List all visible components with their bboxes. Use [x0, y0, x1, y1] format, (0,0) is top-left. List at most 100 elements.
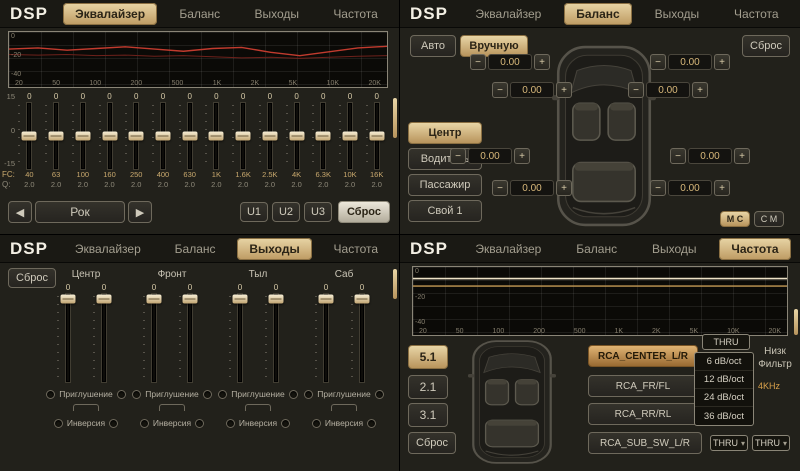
scrollbar-handle[interactable] — [393, 269, 397, 299]
memory-u2-button[interactable]: U2 — [272, 202, 300, 222]
minus-button[interactable]: − — [670, 148, 686, 164]
invert-left-checkbox[interactable] — [226, 419, 235, 428]
tab-outputs[interactable]: Выходы — [242, 3, 311, 25]
minus-button[interactable]: − — [492, 180, 508, 196]
plus-button[interactable]: + — [714, 54, 730, 70]
slider-handle[interactable] — [97, 295, 112, 304]
output-level-slider[interactable] — [233, 294, 247, 382]
eq-band-slider[interactable] — [236, 103, 250, 169]
tab-balance[interactable]: Баланс — [167, 3, 232, 25]
link-channels-icon[interactable] — [73, 404, 99, 411]
minus-button[interactable]: − — [650, 54, 666, 70]
tab-equalizer[interactable]: Эквалайзер — [63, 3, 157, 25]
link-channels-icon[interactable] — [159, 404, 185, 411]
eq-band-slider[interactable] — [316, 103, 330, 169]
invert-right-checkbox[interactable] — [109, 419, 118, 428]
tab-frequency[interactable]: Частота — [719, 238, 790, 260]
slider-handle[interactable] — [262, 132, 277, 141]
invert-right-checkbox[interactable] — [281, 419, 290, 428]
scrollbar-handle[interactable] — [393, 98, 397, 138]
output-level-slider[interactable] — [269, 294, 283, 382]
sub-slope-select-right[interactable]: THRU▾ — [752, 435, 790, 451]
position-center-button[interactable]: Центр — [408, 122, 482, 144]
output-level-slider[interactable] — [97, 294, 111, 382]
minus-button[interactable]: − — [492, 82, 508, 98]
output-level-slider[interactable] — [61, 294, 75, 382]
output-level-slider[interactable] — [319, 294, 333, 382]
scrollbar-handle[interactable] — [794, 309, 798, 335]
eq-band-slider[interactable] — [290, 103, 304, 169]
eq-reset-button[interactable]: Сброс — [338, 201, 390, 223]
tab-balance[interactable]: Баланс — [564, 238, 629, 260]
channel-rca-rear-button[interactable]: RCA_RR/RL — [588, 403, 698, 425]
slider-handle[interactable] — [155, 132, 170, 141]
eq-band-slider[interactable] — [343, 103, 357, 169]
slider-handle[interactable] — [233, 295, 248, 304]
tab-outputs[interactable]: Выходы — [643, 3, 712, 25]
minus-button[interactable]: − — [450, 148, 466, 164]
position-custom-button[interactable]: Свой 1 — [408, 200, 482, 222]
tab-balance[interactable]: Баланс — [564, 3, 632, 25]
tab-frequency[interactable]: Частота — [722, 3, 790, 25]
slider-handle[interactable] — [75, 132, 90, 141]
balance-auto-button[interactable]: Авто — [410, 35, 456, 57]
slider-handle[interactable] — [319, 295, 334, 304]
preset-prev-button[interactable]: ◀ — [8, 201, 32, 223]
slider-handle[interactable] — [269, 295, 284, 304]
tab-equalizer[interactable]: Эквалайзер — [463, 238, 553, 260]
minus-button[interactable]: − — [470, 54, 486, 70]
mode-21-button[interactable]: 2.1 — [408, 375, 448, 399]
balance-reset-button[interactable]: Сброс — [742, 35, 790, 57]
tab-equalizer[interactable]: Эквалайзер — [63, 238, 153, 260]
eq-band-slider[interactable] — [76, 103, 90, 169]
slope-option-36db[interactable]: 36 dB/oct — [695, 407, 753, 425]
cm-mode-button[interactable]: C M — [754, 211, 784, 227]
plus-button[interactable]: + — [734, 148, 750, 164]
mute-left-checkbox[interactable] — [218, 390, 227, 399]
plus-button[interactable]: + — [514, 148, 530, 164]
eq-band-slider[interactable] — [263, 103, 277, 169]
invert-left-checkbox[interactable] — [54, 419, 63, 428]
slider-handle[interactable] — [355, 295, 370, 304]
slider-handle[interactable] — [236, 132, 251, 141]
tab-equalizer[interactable]: Эквалайзер — [463, 3, 553, 25]
plus-button[interactable]: + — [534, 54, 550, 70]
mute-left-checkbox[interactable] — [304, 390, 313, 399]
mute-right-checkbox[interactable] — [203, 390, 212, 399]
eq-band-slider[interactable] — [183, 103, 197, 169]
slider-handle[interactable] — [183, 295, 198, 304]
slider-handle[interactable] — [316, 132, 331, 141]
mode-31-button[interactable]: 3.1 — [408, 403, 448, 427]
link-channels-icon[interactable] — [245, 404, 271, 411]
eq-band-slider[interactable] — [209, 103, 223, 169]
output-level-slider[interactable] — [355, 294, 369, 382]
preset-button[interactable]: Рок — [35, 201, 125, 223]
invert-left-checkbox[interactable] — [140, 419, 149, 428]
slider-handle[interactable] — [209, 132, 224, 141]
mute-left-checkbox[interactable] — [132, 390, 141, 399]
minus-button[interactable]: − — [650, 180, 666, 196]
invert-right-checkbox[interactable] — [195, 419, 204, 428]
slider-handle[interactable] — [49, 132, 64, 141]
eq-band-slider[interactable] — [22, 103, 36, 169]
invert-right-checkbox[interactable] — [367, 419, 376, 428]
plus-button[interactable]: + — [714, 180, 730, 196]
slope-option-12db[interactable]: 12 dB/oct — [695, 371, 753, 389]
mute-right-checkbox[interactable] — [117, 390, 126, 399]
mute-right-checkbox[interactable] — [289, 390, 298, 399]
output-level-slider[interactable] — [183, 294, 197, 382]
mc-mode-button[interactable]: M C — [720, 211, 750, 227]
slider-handle[interactable] — [102, 132, 117, 141]
mute-left-checkbox[interactable] — [46, 390, 55, 399]
plus-button[interactable]: + — [556, 180, 572, 196]
freq-reset-button[interactable]: Сброс — [408, 432, 456, 454]
memory-u3-button[interactable]: U3 — [304, 202, 332, 222]
channel-rca-center-button[interactable]: RCA_CENTER_L/R — [588, 345, 698, 367]
slider-handle[interactable] — [182, 132, 197, 141]
eq-band-slider[interactable] — [370, 103, 384, 169]
output-level-slider[interactable] — [147, 294, 161, 382]
tab-outputs[interactable]: Выходы — [640, 238, 709, 260]
slider-handle[interactable] — [369, 132, 384, 141]
channel-rca-sub-button[interactable]: RCA_SUB_SW_L/R — [588, 432, 702, 454]
position-passenger-button[interactable]: Пассажир — [408, 174, 482, 196]
